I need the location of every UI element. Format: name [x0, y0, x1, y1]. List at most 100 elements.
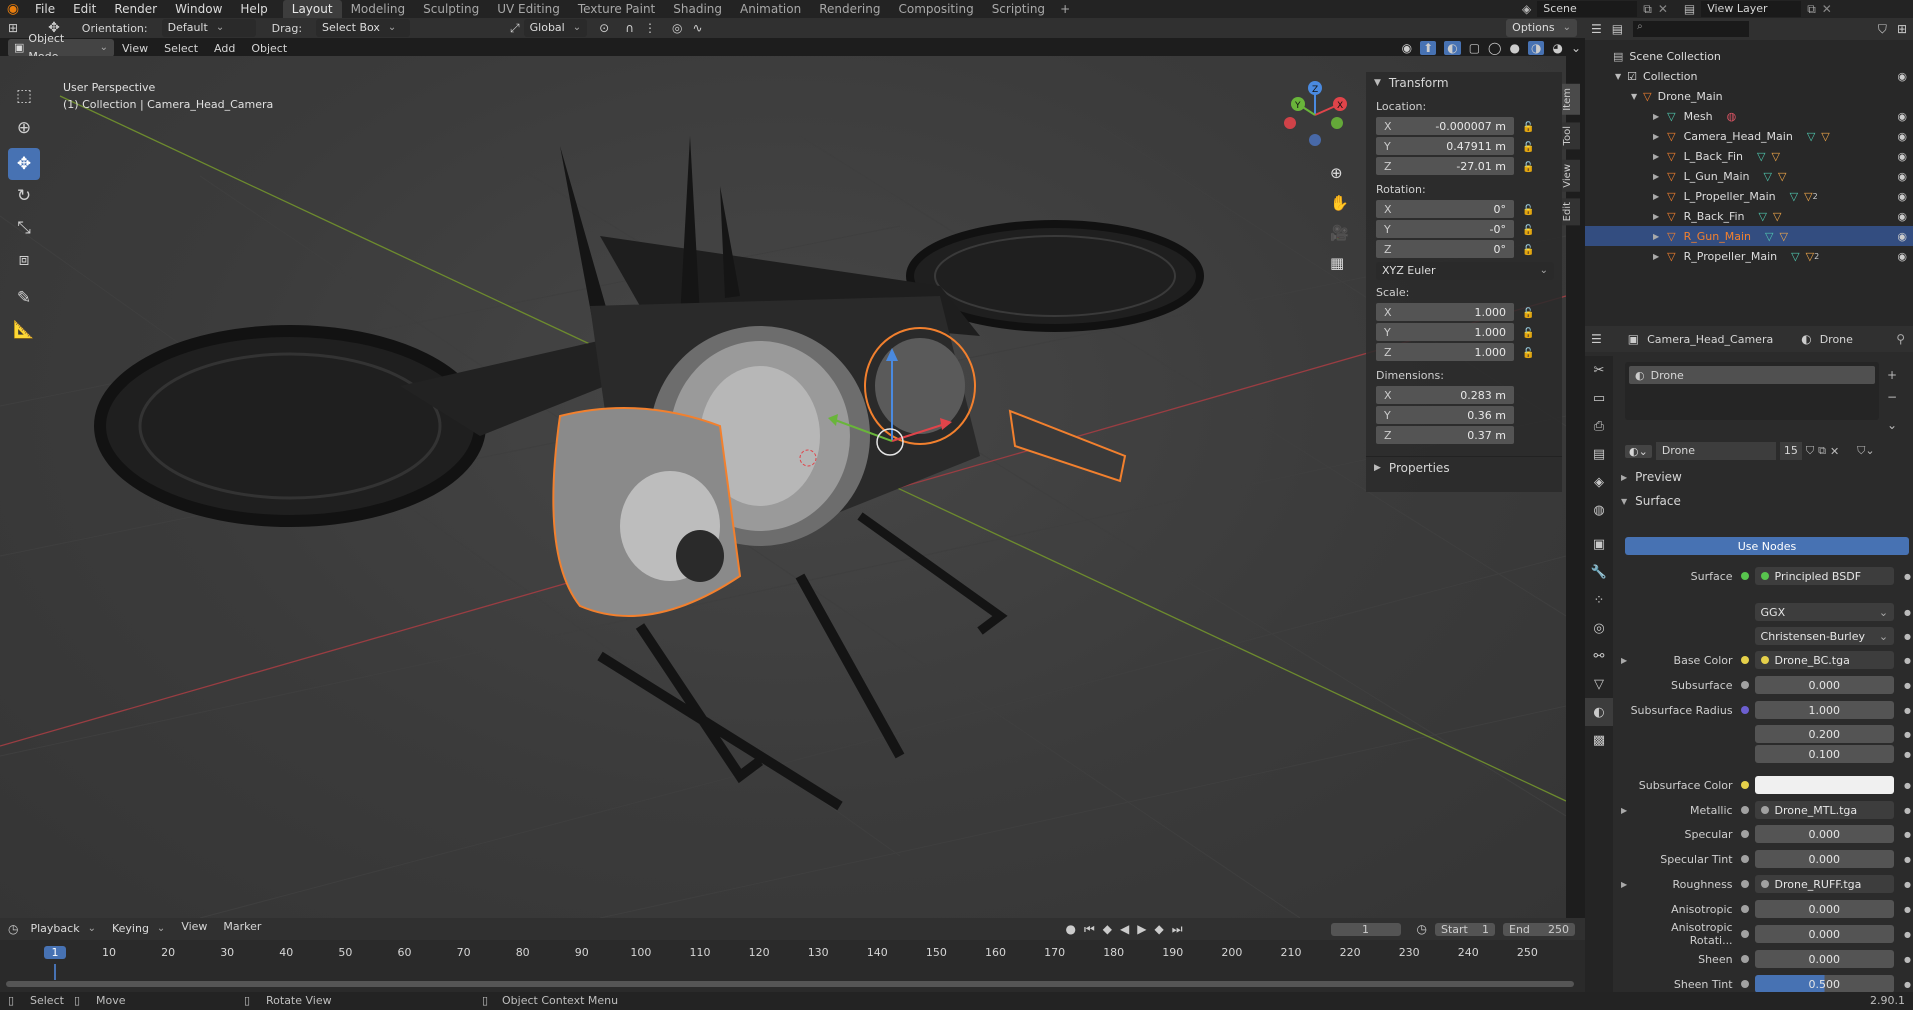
socket-dot-icon[interactable]	[1740, 806, 1749, 814]
dropdown-field[interactable]: Christensen-Burley ⌄	[1754, 627, 1895, 645]
start-frame-field[interactable]: Start 1	[1435, 922, 1495, 936]
tab-animation[interactable]: Animation	[731, 0, 810, 18]
lock-icon[interactable]: 🔓	[1522, 245, 1534, 256]
keyframe-dot-icon[interactable]: ●	[1904, 572, 1911, 581]
jump-start-icon[interactable]: ⏮	[1084, 922, 1095, 937]
object-mode-dropdown[interactable]: ▣Object Mode	[8, 32, 114, 63]
keyframe-dot-icon[interactable]: ●	[1904, 955, 1911, 964]
expand-socket-icon[interactable]: ▶	[1621, 656, 1629, 665]
timeline-scrollbar[interactable]	[6, 981, 1574, 987]
number-field[interactable]: 0.000	[1754, 850, 1895, 868]
add-workspace-button[interactable]: +	[1054, 2, 1076, 16]
pivot-icon[interactable]: ⊙	[599, 21, 609, 35]
world-tab-icon[interactable]: ◍	[1585, 496, 1613, 524]
outliner-item-l-gun-main[interactable]: ▶ ▽ L_Gun_Main ▽ ▽ ◉	[1585, 166, 1913, 186]
preview-panel-header[interactable]: ▶ Preview	[1621, 470, 1682, 484]
prev-keyframe-icon[interactable]: ◆	[1103, 922, 1112, 936]
rotation-z-field[interactable]: Z 0°	[1376, 240, 1514, 258]
tab-compositing[interactable]: Compositing	[889, 0, 982, 18]
collection-visibility-icon[interactable]: ◉	[1897, 70, 1907, 83]
viewport-menu-object[interactable]: Object	[243, 42, 295, 55]
socket-dot-icon[interactable]	[1740, 905, 1749, 913]
visibility-icon[interactable]: ◉	[1897, 210, 1907, 223]
socket-dot-icon[interactable]	[1740, 572, 1749, 580]
number-field[interactable]: 0.000	[1754, 676, 1895, 694]
preview-range-icon[interactable]: ◷	[1417, 922, 1427, 936]
number-field[interactable]: 0.000	[1754, 925, 1895, 943]
data-tab-icon[interactable]: ▽	[1585, 670, 1613, 698]
outliner-item-r-back-fin[interactable]: ▶ ▽ R_Back_Fin ▽ ▽ ◉	[1585, 206, 1913, 226]
keyframe-dot-icon[interactable]: ●	[1904, 980, 1911, 989]
slider-field[interactable]: 0.500	[1754, 975, 1895, 993]
drone-main-row[interactable]: ▼ ▽ Drone_Main	[1585, 86, 1913, 106]
browse-material-icon[interactable]: ◐⌄	[1625, 444, 1652, 458]
sidebar-tab-view[interactable]: View	[1562, 160, 1580, 192]
copy-scene-icon[interactable]: ⧉	[1643, 2, 1652, 17]
transform-tool-icon[interactable]: ⧈	[8, 244, 40, 276]
number-field[interactable]: 0.200	[1754, 725, 1895, 743]
keyframe-dot-icon[interactable]: ●	[1904, 750, 1911, 759]
linked-input-field[interactable]: Drone_MTL.tga	[1754, 801, 1895, 819]
menu-edit[interactable]: Edit	[64, 2, 105, 16]
view-layer-field[interactable]: View Layer	[1701, 1, 1802, 17]
outliner-editor-icon[interactable]: ☰	[1591, 22, 1602, 36]
keyframe-dot-icon[interactable]: ●	[1904, 880, 1911, 889]
dimensions-x-field[interactable]: X 0.283 m	[1376, 386, 1514, 404]
drag-dropdown[interactable]: Select Box	[316, 19, 411, 37]
keyframe-dot-icon[interactable]: ●	[1904, 730, 1911, 739]
visibility-icon[interactable]: ◉	[1897, 250, 1907, 263]
visibility-icon[interactable]: ◉	[1897, 230, 1907, 243]
delete-view-layer-icon[interactable]: ✕	[1822, 2, 1832, 16]
lock-icon[interactable]: 🔓	[1522, 122, 1534, 133]
proportional-edit-icon[interactable]: ◎	[672, 21, 682, 35]
expand-icon[interactable]: ▶	[1653, 152, 1659, 161]
jump-end-icon[interactable]: ⏭	[1172, 922, 1183, 937]
expand-socket-icon[interactable]: ▶	[1621, 880, 1629, 889]
play-reverse-icon[interactable]: ◀	[1120, 922, 1129, 936]
socket-dot-icon[interactable]	[1740, 980, 1749, 988]
snap-target-icon[interactable]: ⋮	[644, 21, 656, 35]
fake-user-icon[interactable]: ⛉	[1806, 444, 1814, 458]
collapse-transform-icon[interactable]: ▼	[1374, 78, 1381, 88]
keyframe-dot-icon[interactable]: ●	[1904, 781, 1911, 790]
dimensions-z-field[interactable]: Z 0.37 m	[1376, 426, 1514, 444]
outliner-item-r-propeller-main[interactable]: ▶ ▽ R_Propeller_Main ▽ ▽ 2 ◉	[1585, 246, 1913, 266]
outliner-item-r-gun-main[interactable]: ▶ ▽ R_Gun_Main ▽ ▽ ◉	[1585, 226, 1913, 246]
duplicate-material-icon[interactable]: ⧉	[1818, 444, 1826, 458]
socket-dot-icon[interactable]	[1740, 656, 1749, 664]
color-swatch[interactable]	[1754, 776, 1895, 794]
drone-main-expand-icon[interactable]: ▼	[1631, 92, 1637, 101]
lock-icon[interactable]: 🔓	[1522, 328, 1534, 339]
dimensions-y-field[interactable]: Y 0.36 m	[1376, 406, 1514, 424]
viewport-menu-select[interactable]: Select	[156, 42, 206, 55]
tab-texture-paint[interactable]: Texture Paint	[569, 0, 664, 18]
rotate-tool-icon[interactable]: ↻	[8, 180, 40, 212]
scale-tool-icon[interactable]: ⤡	[8, 212, 40, 244]
use-nodes-button[interactable]: Use Nodes	[1625, 537, 1909, 555]
expand-icon[interactable]: ▶	[1653, 112, 1659, 121]
menu-window[interactable]: Window	[166, 2, 231, 16]
options-dropdown[interactable]: Options	[1506, 19, 1577, 37]
cursor-tool-icon[interactable]: ⊕	[8, 112, 40, 144]
material-users-count[interactable]: 15	[1779, 442, 1802, 460]
snap-icon[interactable]: ∩	[625, 21, 634, 35]
expand-icon[interactable]: ▶	[1653, 232, 1659, 241]
expand-icon[interactable]: ▶	[1653, 132, 1659, 141]
tool-tab-icon[interactable]: ✂	[1585, 356, 1613, 384]
keyframe-dot-icon[interactable]: ●	[1904, 706, 1911, 715]
sidebar-tab-edit[interactable]: Edit	[1562, 198, 1580, 226]
pan-hand-icon[interactable]: ✋	[1330, 194, 1349, 212]
expand-icon[interactable]: ▶	[1653, 212, 1659, 221]
outliner-item-camera-head-main[interactable]: ▶ ▽ Camera_Head_Main ▽ ▽ ◉	[1585, 126, 1913, 146]
visibility-icon[interactable]: ◉	[1897, 170, 1907, 183]
socket-dot-icon[interactable]	[1740, 930, 1749, 938]
linked-input-field[interactable]: Drone_RUFF.tga	[1754, 875, 1895, 893]
tab-layout[interactable]: Layout	[282, 0, 342, 18]
scene-name-field[interactable]: Scene	[1537, 1, 1638, 17]
lock-icon[interactable]: 🔓	[1522, 348, 1534, 359]
linked-input-field[interactable]: Drone_BC.tga	[1754, 651, 1895, 669]
drone-model[interactable]	[94, 136, 1204, 811]
outliner-item-mesh[interactable]: ▶ ▽ Mesh ◍ ◉	[1585, 106, 1913, 126]
tab-scripting[interactable]: Scripting	[983, 0, 1054, 18]
sidebar-tab-tool[interactable]: Tool	[1562, 122, 1580, 150]
